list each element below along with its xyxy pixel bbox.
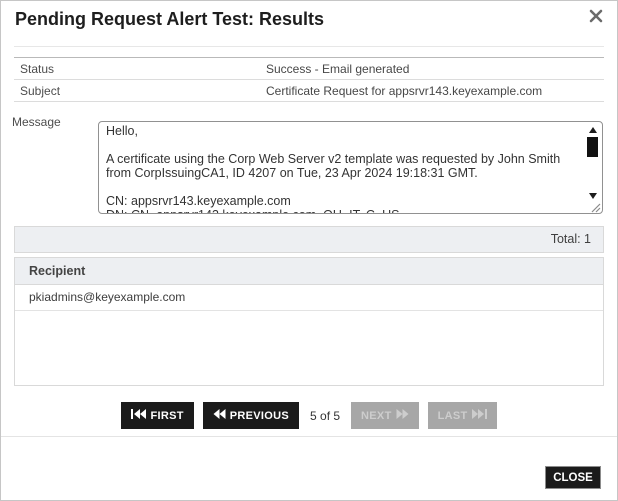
pagination-bar: FIRST PREVIOUS 5 of 5 NEXT LAST xyxy=(1,402,617,429)
recipients-total-bar: Total: 1 xyxy=(14,226,604,253)
recipient-column-header: Recipient xyxy=(15,258,603,285)
last-page-button[interactable]: LAST xyxy=(428,402,497,429)
header-divider xyxy=(14,46,604,47)
message-scrollbar[interactable] xyxy=(585,124,600,199)
previous-page-icon xyxy=(213,409,226,422)
close-button[interactable]: CLOSE xyxy=(545,466,601,489)
last-page-icon xyxy=(472,409,487,422)
next-page-label: NEXT xyxy=(361,410,392,422)
last-page-label: LAST xyxy=(438,410,468,422)
subject-row: Subject Certificate Request for appsrvr1… xyxy=(14,80,604,102)
footer-divider xyxy=(1,436,617,437)
status-value: Success - Email generated xyxy=(266,62,409,76)
first-page-icon xyxy=(131,409,146,422)
recipient-row: pkiadmins@keyexample.com xyxy=(15,285,603,311)
status-label: Status xyxy=(20,62,54,76)
recipients-table: Recipient pkiadmins@keyexample.com xyxy=(14,257,604,386)
subject-label: Subject xyxy=(20,84,60,98)
scroll-up-icon[interactable] xyxy=(589,127,597,133)
first-page-button[interactable]: FIRST xyxy=(121,402,193,429)
page-status: 5 of 5 xyxy=(310,409,340,423)
next-page-icon xyxy=(396,409,409,422)
close-icon xyxy=(587,13,605,28)
message-label: Message xyxy=(12,115,61,129)
subject-value: Certificate Request for appsrvr143.keyex… xyxy=(266,84,542,98)
resize-grip-icon[interactable] xyxy=(589,200,601,212)
message-textarea[interactable]: Hello, A certificate using the Corp Web … xyxy=(98,121,603,214)
scrollbar-thumb[interactable] xyxy=(587,137,598,157)
result-info-table: Status Success - Email generated Subject… xyxy=(14,57,604,102)
message-text: Hello, A certificate using the Corp Web … xyxy=(106,124,582,213)
dialog-title: Pending Request Alert Test: Results xyxy=(15,9,324,30)
dialog-close-button[interactable] xyxy=(587,7,605,25)
next-page-button[interactable]: NEXT xyxy=(351,402,419,429)
pending-request-alert-results-dialog: Pending Request Alert Test: Results Stat… xyxy=(0,0,618,501)
scroll-down-icon[interactable] xyxy=(589,193,597,199)
previous-page-button[interactable]: PREVIOUS xyxy=(203,402,299,429)
total-count: Total: 1 xyxy=(551,232,591,246)
first-page-label: FIRST xyxy=(150,410,183,422)
status-row: Status Success - Email generated xyxy=(14,58,604,80)
previous-page-label: PREVIOUS xyxy=(230,410,289,422)
